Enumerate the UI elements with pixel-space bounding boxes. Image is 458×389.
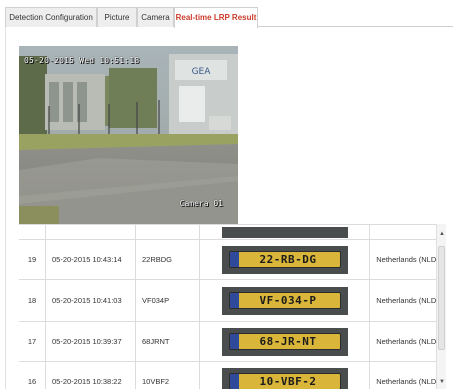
camera-live-view: GEA 05-20-2015 Wed 10:51:18 Camera 01 <box>19 46 238 224</box>
row-plate-number: VF034P <box>136 280 200 321</box>
table-row[interactable]: 19 05-20-2015 10:43:14 22RBDG 22-RB-DG N… <box>19 240 445 280</box>
row-time: 05-20-2015 10:41:03 <box>46 280 136 321</box>
row-time: 05-20-2015 10:39:37 <box>46 322 136 361</box>
plate-image: VF-034-P <box>200 280 370 321</box>
tab-detection-configuration[interactable]: Detection Configuration <box>5 7 97 27</box>
row-number: 19 <box>19 240 46 279</box>
camera-scene: GEA <box>19 46 238 224</box>
plate-image <box>200 225 370 239</box>
scrollbar-thumb[interactable] <box>438 246 445 350</box>
tab-camera[interactable]: Camera <box>137 7 174 27</box>
plate-image: 10-VBF-2 <box>200 362 370 389</box>
row-number: 18 <box>19 280 46 321</box>
row-country: Netherlands (NLD) <box>376 377 439 386</box>
row-number: 17 <box>19 322 46 361</box>
row-country: Netherlands (NLD) <box>376 255 439 264</box>
tab-picture[interactable]: Picture <box>97 7 137 27</box>
row-plate-number <box>136 225 200 239</box>
plate-image-text: 68-JR-NT <box>259 335 317 348</box>
plate-image-text: 10-VBF-2 <box>259 375 317 388</box>
building-sign-text: GEA <box>192 67 212 77</box>
camera-timestamp-overlay: 05-20-2015 Wed 10:51:18 <box>24 56 140 65</box>
row-time: 05-20-2015 10:38:22 <box>46 362 136 389</box>
row-plate-number: 22RBDG <box>136 240 200 279</box>
row-country: Netherlands (NLD) <box>376 296 439 305</box>
scroll-up-icon[interactable]: ▲ <box>439 230 445 238</box>
row-country: Netherlands (NLD) <box>376 337 439 346</box>
plate-image-text: VF-034-P <box>259 294 317 307</box>
tab-real-time-lrp-result[interactable]: Real-time LRP Result <box>174 7 258 28</box>
row-number <box>19 225 46 239</box>
scroll-down-icon[interactable]: ▼ <box>439 378 445 386</box>
table-row[interactable]: 17 05-20-2015 10:39:37 68JRNT 68-JR-NT N… <box>19 322 445 362</box>
row-plate-number: 10VBF2 <box>136 362 200 389</box>
camera-name-overlay: Camera 01 <box>179 199 223 208</box>
tab-strip: Detection Configuration Picture Camera R… <box>5 7 453 28</box>
row-plate-number: 68JRNT <box>136 322 200 361</box>
table-row[interactable] <box>19 225 445 240</box>
row-number: 16 <box>19 362 46 389</box>
plate-image-text: 22-RB-DG <box>259 253 317 266</box>
table-row[interactable]: 18 05-20-2015 10:41:03 VF034P VF-034-P N… <box>19 280 445 322</box>
row-time: 05-20-2015 10:43:14 <box>46 240 136 279</box>
row-time <box>46 225 136 239</box>
plate-image: 22-RB-DG <box>200 240 370 279</box>
row-country <box>370 225 445 239</box>
table-row[interactable]: 16 05-20-2015 10:38:22 10VBF2 10-VBF-2 N… <box>19 362 445 389</box>
plate-image: 68-JR-NT <box>200 322 370 361</box>
lpr-results-table: 19 05-20-2015 10:43:14 22RBDG 22-RB-DG N… <box>19 224 445 389</box>
results-scrollbar[interactable]: ▲ ▼ <box>436 224 446 389</box>
